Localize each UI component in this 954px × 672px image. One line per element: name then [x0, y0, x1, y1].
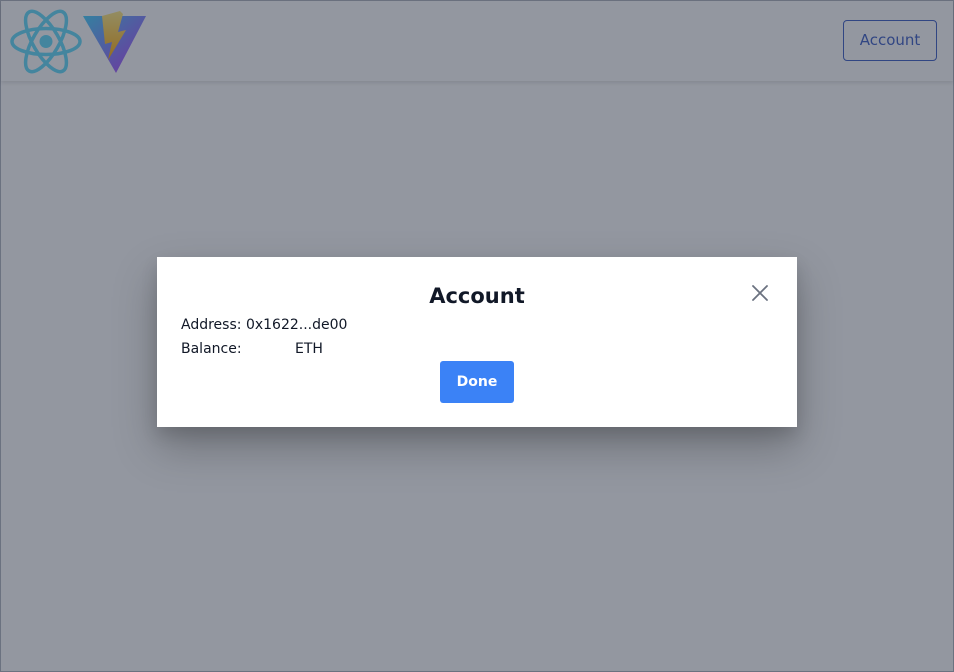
- address-label: Address:: [181, 317, 242, 333]
- modal-title: Account: [429, 284, 525, 308]
- balance-row: Balance: ETH: [181, 341, 323, 357]
- account-modal: Account Address: 0x1622...de00 Balance: …: [157, 257, 797, 427]
- address-value: 0x1622...de00: [245, 317, 348, 333]
- balance-label: Balance:: [181, 341, 242, 357]
- close-icon[interactable]: [748, 281, 772, 305]
- address-row: Address: 0x1622...de00: [181, 317, 347, 333]
- balance-unit: ETH: [295, 341, 323, 357]
- app-page: Account Account Address: 0x1622...de00 B…: [0, 0, 954, 672]
- done-button[interactable]: Done: [440, 361, 514, 403]
